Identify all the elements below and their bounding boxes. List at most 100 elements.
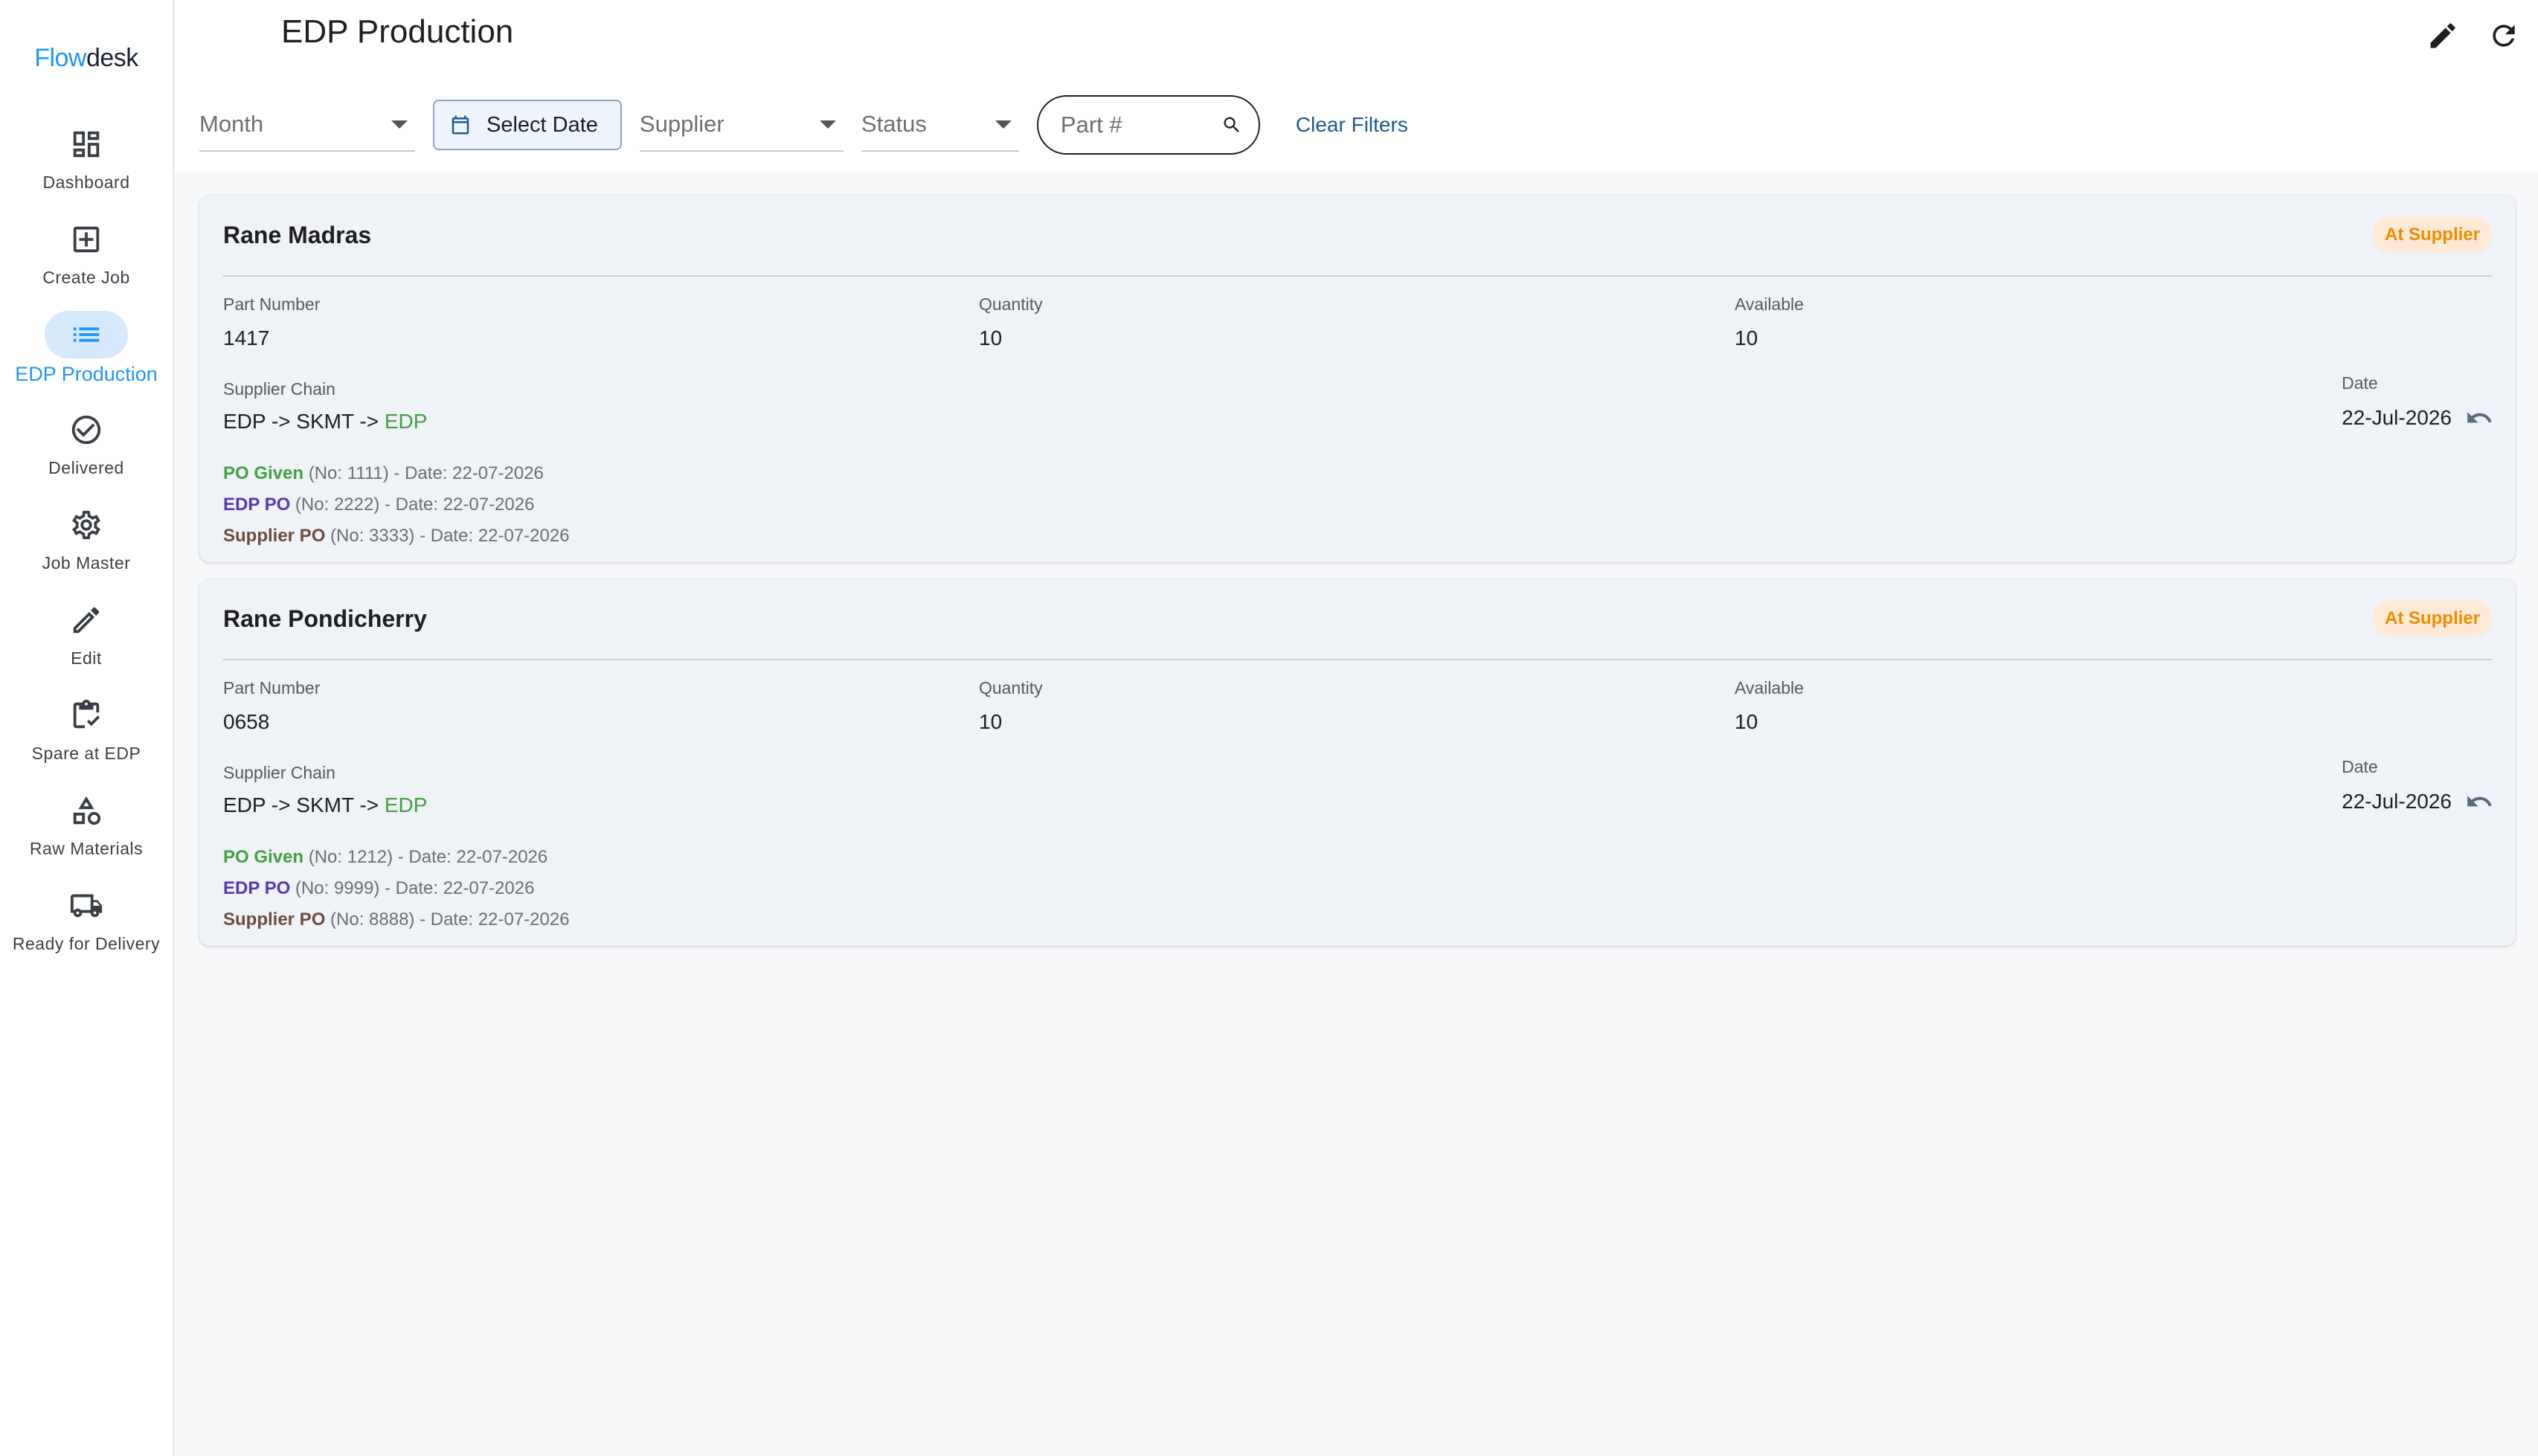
part-number-label: Part Number <box>223 294 321 314</box>
card-title: Rane Madras <box>223 221 372 248</box>
job-card-list: Rane Madras At Supplier Part Number 1417… <box>199 195 2516 962</box>
po-given-line: PO Given (No: 1111) - Date: 22-07-2026 <box>223 458 570 489</box>
available-label: Available <box>1735 678 1804 698</box>
list-icon <box>73 327 100 342</box>
supplier-chain-field: Supplier Chain EDP -> SKMT -> EDP <box>223 763 427 817</box>
quantity-value: 10 <box>979 710 1003 733</box>
truck-icon <box>70 894 103 918</box>
chevron-down-icon <box>391 120 408 129</box>
refresh-icon <box>2493 25 2515 47</box>
supplier-chain-value: EDP -> SKMT -> EDP <box>223 410 427 434</box>
quantity-value: 10 <box>979 326 1003 349</box>
select-date-label: Select Date <box>486 112 598 137</box>
add-box-icon <box>73 226 100 253</box>
available-value: 10 <box>1735 710 1758 733</box>
top-actions <box>2423 16 2523 55</box>
sidebar-item-label: EDP Production <box>15 363 158 385</box>
status-badge: At Supplier <box>2372 217 2492 253</box>
po-given-detail: (No: 1111) - Date: 22-07-2026 <box>303 463 544 483</box>
calendar-icon <box>452 115 469 135</box>
clipboard-check-icon <box>73 699 100 729</box>
month-select-label: Month <box>199 111 264 137</box>
select-date-button[interactable]: Select Date <box>433 100 622 150</box>
date-value: 22-Jul-2026 <box>2342 406 2452 429</box>
undo-icon[interactable] <box>2465 404 2493 432</box>
sidebar-item-label: Dashboard <box>42 173 130 192</box>
chain-prefix: EDP -> SKMT -> <box>223 793 385 816</box>
app-logo[interactable]: Flow desk <box>34 42 138 74</box>
supplier-po-line: Supplier PO (No: 3333) - Date: 22-07-202… <box>223 521 570 552</box>
sidebar-item-raw-materials[interactable]: Raw Materials <box>0 787 173 882</box>
filter-bar: Month Select Date Supplier Status Part # <box>199 95 1408 155</box>
po-given-line: PO Given (No: 1212) - Date: 22-07-2026 <box>223 842 570 873</box>
undo-icon[interactable] <box>2465 787 2493 816</box>
job-card[interactable]: Rane Pondicherry At Supplier Part Number… <box>199 579 2516 946</box>
supplier-po-key: Supplier PO <box>223 526 326 546</box>
po-list: PO Given (No: 1111) - Date: 22-07-2026 E… <box>223 458 570 552</box>
date-field: Date 22-Jul-2026 <box>2342 757 2493 816</box>
sidebar-item-ready-for-delivery[interactable]: Ready for Delivery <box>0 882 173 977</box>
supplier-chain-value: EDP -> SKMT -> EDP <box>223 793 427 817</box>
chevron-down-icon <box>819 120 836 129</box>
supplier-chain-label: Supplier Chain <box>223 763 335 782</box>
po-list: PO Given (No: 1212) - Date: 22-07-2026 E… <box>223 842 570 935</box>
part-number-label: Part Number <box>223 678 321 698</box>
clear-filters-link[interactable]: Clear Filters <box>1296 113 1408 137</box>
status-select[interactable]: Status <box>861 98 1019 152</box>
sidebar-item-create-job[interactable]: Create Job <box>0 216 173 311</box>
sidebar-item-edp-production[interactable]: EDP Production <box>0 311 173 406</box>
job-card[interactable]: Rane Madras At Supplier Part Number 1417… <box>199 195 2516 562</box>
card-header: Rane Madras At Supplier <box>223 195 2492 277</box>
shapes-icon <box>73 796 101 825</box>
date-field: Date 22-Jul-2026 <box>2342 373 2493 432</box>
month-select[interactable]: Month <box>199 98 415 152</box>
edp-po-line: EDP PO (No: 2222) - Date: 22-07-2026 <box>223 489 570 521</box>
part-search-input[interactable]: Part # <box>1036 95 1260 155</box>
sidebar-item-job-master[interactable]: Job Master <box>0 501 173 596</box>
status-badge: At Supplier <box>2372 601 2492 637</box>
po-given-key: PO Given <box>223 463 304 483</box>
sidebar-item-label: Create Job <box>42 268 130 287</box>
supplier-chain-field: Supplier Chain EDP -> SKMT -> EDP <box>223 379 427 434</box>
chain-end: EDP <box>384 793 428 816</box>
card-header: Rane Pondicherry At Supplier <box>223 579 2492 660</box>
po-given-detail: (No: 1212) - Date: 22-07-2026 <box>303 847 548 867</box>
gear-icon <box>72 510 100 540</box>
sidebar-item-delivered[interactable]: Delivered <box>0 406 173 501</box>
date-value: 22-Jul-2026 <box>2342 790 2452 813</box>
search-icon <box>1224 117 1239 132</box>
sidebar-item-label: Delivered <box>48 458 124 477</box>
edp-po-detail: (No: 9999) - Date: 22-07-2026 <box>290 878 535 898</box>
supplier-select[interactable]: Supplier <box>639 98 844 152</box>
edit-button[interactable] <box>2423 16 2462 55</box>
top-bar: EDP Production Month Select Date Supplie… <box>174 0 2538 171</box>
edp-po-key: EDP PO <box>223 495 291 515</box>
part-number-field: Part Number 0658 <box>223 678 320 734</box>
part-number-field: Part Number 1417 <box>223 294 320 350</box>
sidebar-item-spare-at-edp[interactable]: Spare at EDP <box>0 692 173 787</box>
chain-prefix: EDP -> SKMT -> <box>223 410 385 433</box>
check-circle-icon <box>71 415 101 445</box>
sidebar-nav: Dashboard Create Job EDP Production Deli… <box>0 120 173 977</box>
supplier-select-label: Supplier <box>639 111 725 137</box>
part-search-placeholder: Part # <box>1060 112 1122 138</box>
supplier-po-detail: (No: 8888) - Date: 22-07-2026 <box>325 909 570 930</box>
quantity-field: Quantity 10 <box>979 678 1043 734</box>
pencil-icon <box>73 607 100 634</box>
edp-po-line: EDP PO (No: 9999) - Date: 22-07-2026 <box>223 873 570 904</box>
quantity-label: Quantity <box>979 678 1043 698</box>
dashboard-icon <box>73 131 100 158</box>
sidebar-item-dashboard[interactable]: Dashboard <box>0 120 173 216</box>
sidebar-item-label: Raw Materials <box>29 839 144 858</box>
po-given-key: PO Given <box>223 847 304 867</box>
edp-po-key: EDP PO <box>223 878 291 898</box>
card-title: Rane Pondicherry <box>223 605 427 632</box>
supplier-chain-label: Supplier Chain <box>223 379 335 399</box>
logo-flow: Flow <box>34 43 86 72</box>
sidebar-item-edit[interactable]: Edit <box>0 596 173 692</box>
date-label: Date <box>2342 757 2378 776</box>
refresh-button[interactable] <box>2484 16 2523 55</box>
page-title: EDP Production <box>281 13 514 50</box>
available-label: Available <box>1735 294 1804 314</box>
sidebar: Flow desk Dashboard Create Job EDP Produc… <box>0 0 174 1456</box>
